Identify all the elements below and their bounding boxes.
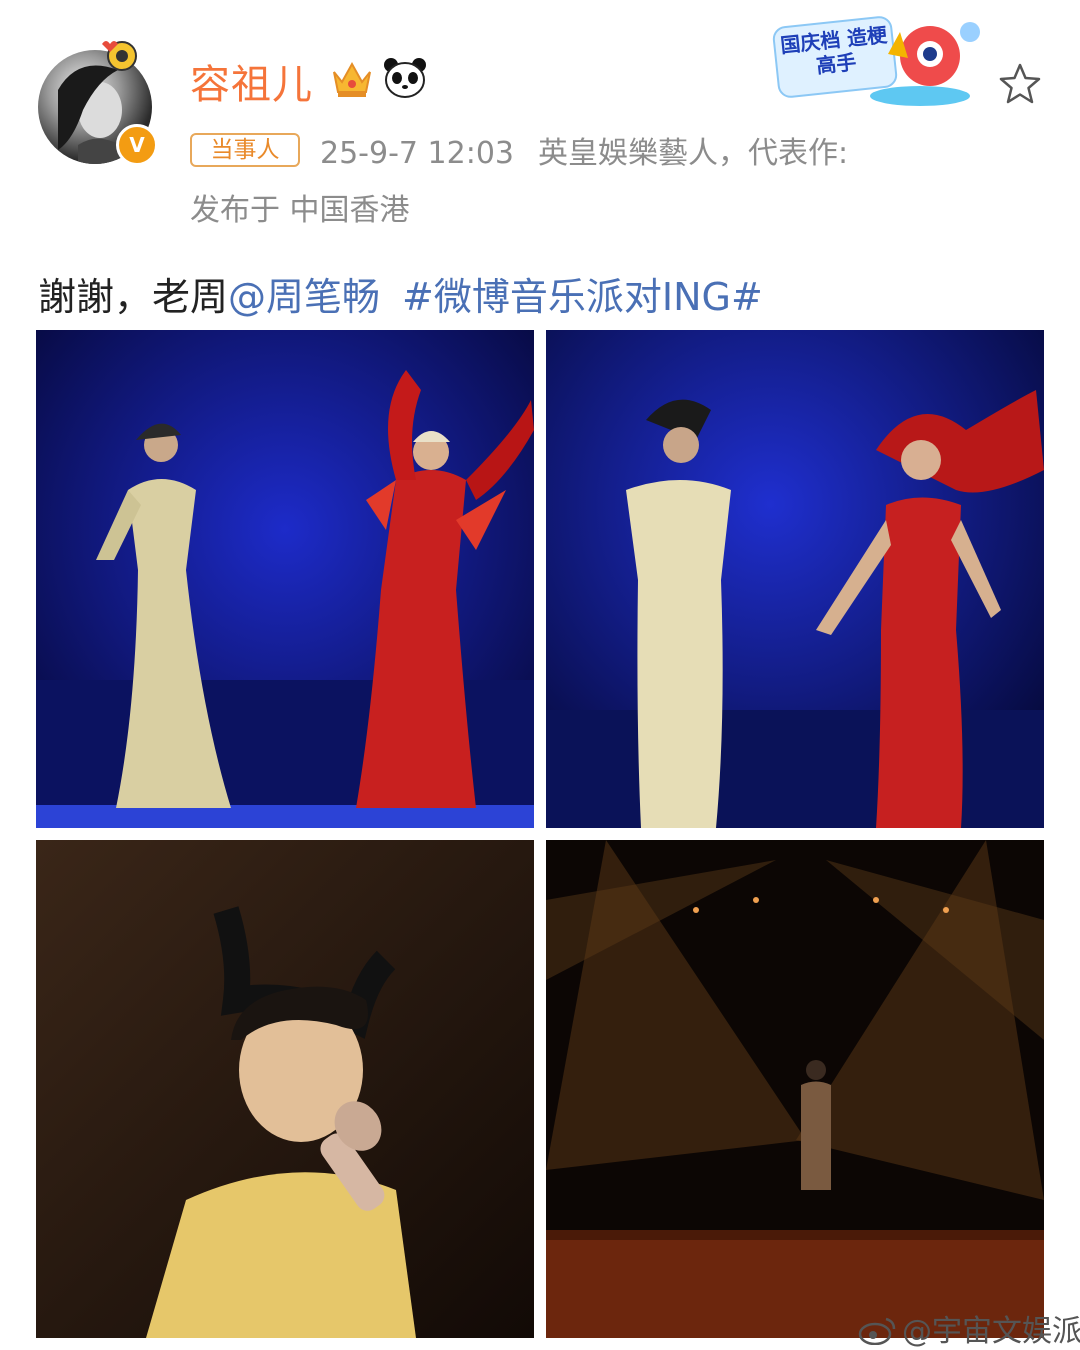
username[interactable]: 容祖儿 [190, 52, 313, 110]
verified-badge-icon: V [116, 124, 158, 166]
tag-badge: 当事人 [190, 133, 300, 167]
post-content: 謝謝，老周@周笔畅 #微博音乐派对ING# [38, 266, 763, 321]
mention-link[interactable]: @周笔畅 [228, 275, 380, 319]
crown-icon [333, 61, 371, 97]
watermark: @宇宙文娱派 [858, 1306, 1080, 1350]
timestamp: 25-9-7 12:03 [320, 136, 514, 171]
photo-2[interactable] [546, 330, 1044, 828]
photo-3[interactable] [36, 840, 534, 1338]
promo-sticker[interactable]: 国庆档 造梗高手 [770, 14, 998, 112]
post-location: 发布于 中国香港 [190, 193, 410, 228]
camera-decoration-icon [102, 41, 137, 71]
post-meta: 25-9-7 12:03 英皇娛樂藝人，代表作: [320, 128, 872, 172]
hashtag-link[interactable]: #微博音乐派对ING# [402, 275, 763, 319]
weibo-logo-icon [858, 1317, 896, 1345]
watermark-text: @宇宙文娱派 [902, 1314, 1080, 1349]
user-bio: 英皇娛樂藝人，代表作: [538, 136, 849, 171]
panda-icon [384, 58, 426, 98]
post-text: 謝謝，老周 [38, 275, 229, 319]
photo-1[interactable] [36, 330, 534, 828]
star-icon[interactable] [996, 60, 1044, 108]
photo-4[interactable] [546, 840, 1044, 1338]
